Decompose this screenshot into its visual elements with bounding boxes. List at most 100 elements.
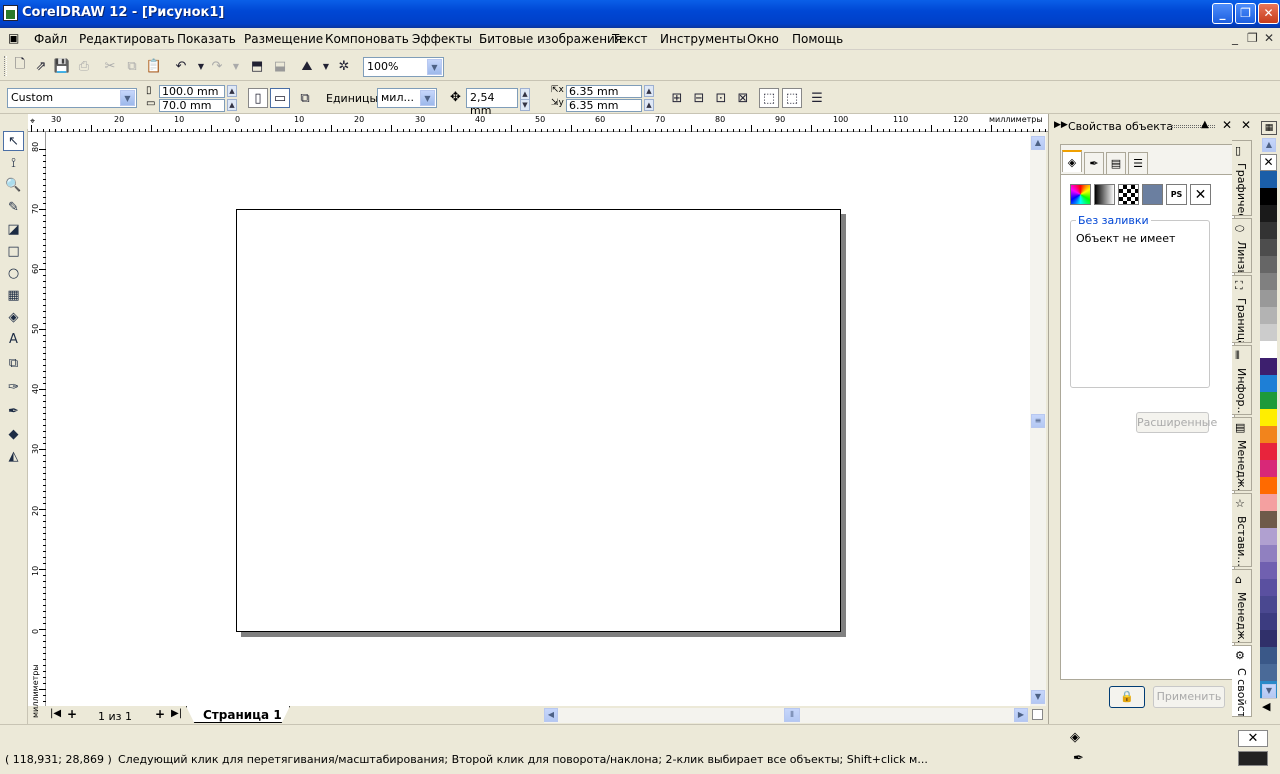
options-icon[interactable]: ☰ bbox=[807, 88, 827, 108]
interactive-fill-tool-icon[interactable]: ◭ bbox=[3, 446, 24, 466]
width-spin-up[interactable]: ▲ bbox=[227, 85, 237, 97]
menu-edit[interactable]: Редактировать bbox=[79, 32, 175, 46]
cut-icon[interactable]: ✂ bbox=[100, 56, 120, 76]
color-swatch[interactable] bbox=[1260, 511, 1277, 529]
color-swatch[interactable] bbox=[1260, 392, 1277, 410]
color-swatch[interactable] bbox=[1260, 307, 1277, 325]
snap-objects-icon[interactable]: ⊡ bbox=[711, 88, 731, 108]
vertical-ruler[interactable]: 80 70 60 50 40 30 20 10 0 миллиметры bbox=[28, 132, 46, 718]
dup-x-spin-up[interactable]: ▲ bbox=[644, 85, 654, 97]
snap-guidelines-icon[interactable]: ⊟ bbox=[689, 88, 709, 108]
color-swatch[interactable] bbox=[1260, 239, 1277, 257]
color-swatch[interactable] bbox=[1260, 205, 1277, 223]
tab-insert[interactable]: ☆ Встави... bbox=[1232, 493, 1252, 567]
color-swatch[interactable] bbox=[1260, 613, 1277, 631]
tab-lens[interactable]: ⬭ Линзы bbox=[1232, 218, 1252, 273]
scroll-down-icon[interactable]: ▼ bbox=[1031, 690, 1045, 704]
pick-tool-icon[interactable]: ↖ bbox=[3, 131, 24, 151]
docker-minimize-icon[interactable]: ▲ bbox=[1201, 119, 1209, 130]
maximize-button[interactable]: ❐ bbox=[1235, 3, 1256, 24]
color-swatch[interactable] bbox=[1260, 647, 1277, 665]
summary-tab-icon[interactable]: ☰ bbox=[1128, 152, 1148, 174]
menu-window[interactable]: Окно bbox=[747, 32, 779, 46]
add-page-after-icon[interactable]: + bbox=[155, 707, 165, 721]
outline-color-swatch[interactable] bbox=[1238, 751, 1268, 766]
color-swatch[interactable] bbox=[1260, 426, 1277, 444]
outline-indicator-icon[interactable]: ✒ bbox=[1073, 751, 1084, 766]
color-swatch[interactable] bbox=[1260, 494, 1277, 512]
minimize-button[interactable]: _ bbox=[1212, 3, 1233, 24]
color-swatch[interactable] bbox=[1260, 664, 1277, 682]
palette-expand-icon[interactable]: ◀ bbox=[1262, 700, 1270, 713]
new-icon[interactable]: 🗋 bbox=[10, 56, 30, 76]
color-swatch[interactable] bbox=[1260, 545, 1277, 563]
duplicate-y-input[interactable]: 6.35 mm bbox=[566, 99, 642, 112]
general-tab-icon[interactable]: ▤ bbox=[1106, 152, 1126, 174]
redo-dropdown-icon[interactable]: ▼ bbox=[226, 56, 246, 76]
scroll-left-icon[interactable]: ◀ bbox=[544, 708, 558, 722]
tab-page-1[interactable]: Страница 1 bbox=[186, 706, 290, 723]
docker-close-icon[interactable]: ✕ bbox=[1222, 118, 1232, 132]
outline-tab-icon[interactable]: ✒ bbox=[1084, 152, 1104, 174]
doc-restore-button[interactable]: ❐ bbox=[1247, 31, 1258, 45]
eyedropper-tool-icon[interactable]: ✑ bbox=[3, 377, 24, 397]
import-icon[interactable]: ⬒ bbox=[247, 56, 267, 76]
color-swatch[interactable] bbox=[1260, 341, 1277, 359]
application-launcher-icon[interactable]: ⛰ bbox=[297, 56, 317, 76]
uniform-fill-icon[interactable] bbox=[1070, 184, 1091, 205]
texture-fill-icon[interactable] bbox=[1142, 184, 1163, 205]
fill-none-swatch[interactable]: ✕ bbox=[1238, 730, 1268, 747]
postscript-fill-icon[interactable]: PS bbox=[1166, 184, 1187, 205]
print-icon[interactable]: ⎙ bbox=[74, 56, 94, 76]
scroll-up-icon[interactable]: ▲ bbox=[1031, 136, 1045, 150]
palette-scroll-down-icon[interactable]: ▼ bbox=[1262, 684, 1276, 698]
portrait-icon[interactable]: ▯ bbox=[248, 88, 268, 108]
color-swatch[interactable] bbox=[1260, 324, 1277, 342]
chevron-down-icon[interactable]: ▼ bbox=[427, 59, 442, 75]
redo-icon[interactable]: ↷ bbox=[207, 56, 227, 76]
treat-as-filled-icon[interactable]: ⬚ bbox=[759, 88, 779, 108]
color-swatch[interactable] bbox=[1260, 188, 1277, 206]
lock-button[interactable]: 🔒 bbox=[1109, 686, 1145, 708]
corner-navigator-icon[interactable] bbox=[1032, 709, 1043, 720]
duplicate-x-input[interactable]: 6.35 mm bbox=[566, 85, 642, 98]
dynamic-guides-icon[interactable]: ⊠ bbox=[733, 88, 753, 108]
color-swatch[interactable] bbox=[1260, 528, 1277, 546]
open-icon[interactable]: ⇗ bbox=[31, 56, 51, 76]
last-page-icon[interactable]: ▶| bbox=[171, 708, 182, 719]
color-swatch[interactable] bbox=[1260, 290, 1277, 308]
color-swatch[interactable] bbox=[1260, 256, 1277, 274]
horizontal-ruler[interactable]: ⌖ 30 20 10 0 10 20 30 40 50 60 70 80 90 … bbox=[28, 114, 1048, 132]
undo-icon[interactable]: ↶ bbox=[171, 56, 191, 76]
color-swatch[interactable] bbox=[1260, 375, 1277, 393]
nudge-spin-down[interactable]: ▼ bbox=[520, 99, 530, 111]
tab-manager-2[interactable]: ⌂ Менедж... bbox=[1232, 569, 1252, 643]
color-swatch[interactable] bbox=[1260, 409, 1277, 427]
color-swatch[interactable] bbox=[1260, 477, 1277, 495]
menu-arrange[interactable]: Компоновать bbox=[325, 32, 409, 46]
color-swatch[interactable] bbox=[1260, 630, 1277, 648]
snap-grid-icon[interactable]: ⊞ bbox=[667, 88, 687, 108]
tab-border[interactable]: ⛶ Граница bbox=[1232, 275, 1252, 343]
scroll-right-icon[interactable]: ▶ bbox=[1014, 708, 1028, 722]
text-tool-icon[interactable]: A bbox=[3, 329, 24, 349]
save-icon[interactable]: 💾 bbox=[52, 56, 72, 76]
scroll-thumb[interactable]: ≡ bbox=[1031, 414, 1045, 428]
tab-manager[interactable]: ▤ Менедж... bbox=[1232, 417, 1252, 491]
color-swatch[interactable] bbox=[1260, 358, 1277, 376]
dup-y-spin-up[interactable]: ▲ bbox=[644, 99, 654, 111]
h-scroll-thumb[interactable]: ⦀ bbox=[784, 708, 800, 722]
docker-collapse-icon[interactable]: ▶▶ bbox=[1054, 120, 1068, 130]
copy-icon[interactable]: ⧉ bbox=[122, 56, 142, 76]
export-icon[interactable]: ⬓ bbox=[270, 56, 290, 76]
page-width-input[interactable]: 100.0 mm bbox=[159, 85, 225, 98]
tab-info[interactable]: ⦀ Инфор... bbox=[1232, 345, 1252, 415]
tab-object-properties[interactable]: ⚙ С свойст... bbox=[1232, 645, 1252, 717]
paste-icon[interactable]: 📋 bbox=[144, 56, 164, 76]
color-swatch[interactable] bbox=[1260, 562, 1277, 580]
no-fill-icon[interactable]: ✕ bbox=[1190, 184, 1211, 205]
menu-layout[interactable]: Размещение bbox=[244, 32, 323, 46]
all-pages-icon[interactable]: ⧉ bbox=[295, 88, 315, 108]
zoom-select[interactable]: 100% ▼ bbox=[363, 57, 444, 77]
horizontal-scrollbar[interactable]: ◀ ⦀ ▶ bbox=[544, 708, 1028, 723]
